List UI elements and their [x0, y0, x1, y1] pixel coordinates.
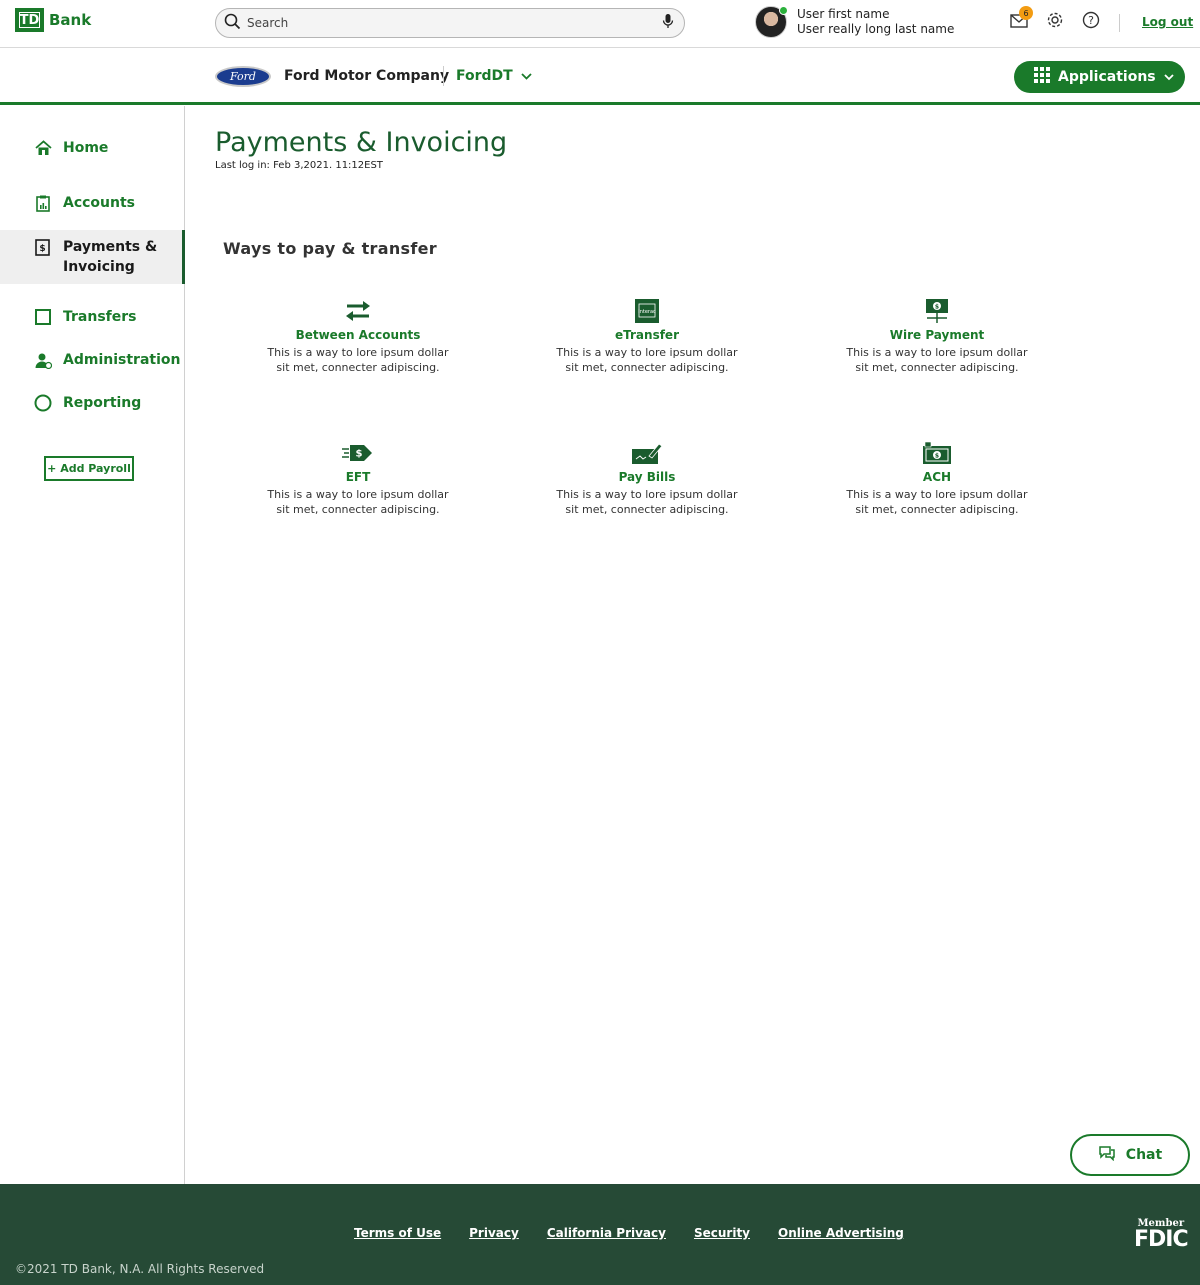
option-title: eTransfer: [615, 328, 679, 342]
option-eft[interactable]: $ EFT This is a way to lore ipsum dollar…: [253, 440, 463, 517]
svg-text:$: $: [39, 244, 45, 254]
td-bank-logo[interactable]: TD Bank: [15, 8, 91, 32]
chat-label: Chat: [1125, 1147, 1163, 1163]
page-title: Payments & Invoicing: [215, 127, 508, 158]
company-bar: Ford Ford Motor Company FordDT Applicati…: [0, 48, 1200, 105]
company-name: Ford Motor Company: [284, 68, 450, 84]
accounts-icon: [34, 194, 52, 212]
sidebar-item-label: Accounts: [63, 195, 136, 211]
transfers-icon: [34, 308, 52, 326]
chevron-down-icon: [1164, 69, 1174, 85]
search-input[interactable]: [247, 16, 662, 30]
user-last-name: User really long last name: [797, 22, 955, 36]
sidebar-item-label-line2: Invoicing: [63, 259, 135, 275]
pay-bills-icon: [542, 440, 752, 466]
chat-icon: [1098, 1145, 1116, 1165]
interac-icon: Interac: [542, 298, 752, 324]
payments-icon: $: [34, 238, 52, 256]
option-description: This is a way to lore ipsum dollar sit m…: [846, 346, 1028, 374]
account-selector-label: FordDT: [456, 68, 513, 84]
sidebar-item-label: Reporting: [63, 395, 142, 411]
footer: Terms of Use Privacy California Privacy …: [0, 1184, 1200, 1285]
applications-label: Applications: [1058, 69, 1156, 85]
option-etransfer[interactable]: Interac eTransfer This is a way to lore …: [542, 298, 752, 375]
fdic-logo: Member FDIC: [1134, 1218, 1189, 1252]
chat-button[interactable]: Chat: [1070, 1134, 1190, 1176]
avatar[interactable]: [755, 6, 788, 38]
footer-link-california-privacy[interactable]: California Privacy: [547, 1226, 666, 1240]
user-first-name: User first name: [797, 7, 890, 21]
copyright-text: ©2021 TD Bank, N.A. All Rights Reserved: [15, 1262, 265, 1276]
option-ach[interactable]: $ ACH This is a way to lore ipsum dollar…: [832, 440, 1042, 517]
footer-link-online-advertising[interactable]: Online Advertising: [778, 1226, 904, 1240]
help-icon: ?: [1082, 11, 1100, 33]
footer-link-security[interactable]: Security: [694, 1226, 750, 1240]
chevron-down-icon: [521, 68, 532, 84]
sidebar: Home Accounts $ Payments & Invoicing Tra…: [0, 106, 185, 1184]
ford-logo: Ford: [215, 66, 271, 87]
transfer-arrows-icon: [253, 298, 463, 324]
ach-icon: $: [832, 440, 1042, 466]
option-title: Between Accounts: [295, 328, 421, 342]
footer-links: Terms of Use Privacy California Privacy …: [354, 1226, 904, 1240]
settings-button[interactable]: [1044, 11, 1066, 33]
eft-icon: $: [253, 440, 463, 466]
administration-icon: [34, 351, 52, 369]
reporting-icon: [34, 394, 52, 412]
last-login-text: Last log in: Feb 3,2021. 11:12EST: [215, 160, 383, 171]
option-pay-bills[interactable]: Pay Bills This is a way to lore ipsum do…: [542, 440, 752, 517]
svg-text:?: ?: [1088, 14, 1094, 27]
footer-link-privacy[interactable]: Privacy: [469, 1226, 519, 1240]
svg-text:$: $: [935, 453, 939, 460]
wire-icon: $: [832, 298, 1042, 324]
option-description: This is a way to lore ipsum dollar sit m…: [846, 488, 1028, 516]
sidebar-item-transfers[interactable]: Transfers: [0, 306, 185, 328]
sidebar-item-label: Payments &: [63, 239, 158, 255]
option-title: EFT: [345, 470, 371, 484]
option-title: Wire Payment: [889, 328, 985, 342]
microphone-icon[interactable]: [662, 13, 674, 33]
messages-button[interactable]: 6: [1008, 6, 1033, 33]
svg-text:$: $: [935, 304, 939, 311]
divider: [443, 66, 444, 86]
divider: [1119, 14, 1120, 32]
applications-button[interactable]: Applications: [1014, 61, 1185, 93]
sidebar-item-administration[interactable]: Administration: [0, 349, 185, 371]
option-wire-payment[interactable]: $ Wire Payment This is a way to lore ips…: [832, 298, 1042, 375]
option-description: This is a way to lore ipsum dollar sit m…: [556, 488, 738, 516]
gear-icon: [1046, 11, 1064, 33]
logout-link[interactable]: Log out: [1142, 15, 1193, 29]
sidebar-item-label: Administration: [63, 352, 181, 368]
svg-text:Interac: Interac: [638, 309, 656, 315]
svg-text:$: $: [356, 449, 363, 460]
sidebar-item-reporting[interactable]: Reporting: [0, 392, 185, 414]
home-icon: [34, 139, 52, 157]
help-button[interactable]: ?: [1080, 11, 1102, 33]
sidebar-item-payments-invoicing[interactable]: $ Payments & Invoicing: [0, 230, 185, 284]
option-description: This is a way to lore ipsum dollar sit m…: [267, 488, 449, 516]
sidebar-item-accounts[interactable]: Accounts: [0, 192, 185, 214]
sidebar-item-label: Transfers: [63, 309, 137, 325]
top-bar: TD Bank User first name User really long…: [0, 0, 1200, 48]
option-title: ACH: [922, 470, 952, 484]
option-description: This is a way to lore ipsum dollar sit m…: [556, 346, 738, 374]
td-logo-mark: TD: [15, 8, 44, 32]
option-description: This is a way to lore ipsum dollar sit m…: [267, 346, 449, 374]
section-title: Ways to pay & transfer: [223, 239, 437, 258]
user-profile[interactable]: User first name User really long last na…: [755, 6, 954, 38]
search-bar: [215, 8, 685, 38]
add-payroll-button[interactable]: + Add Payroll: [44, 456, 134, 481]
search-icon: [224, 13, 241, 34]
notification-badge: 6: [1019, 6, 1033, 20]
fdic-text: FDIC: [1134, 1227, 1189, 1252]
option-title: Pay Bills: [618, 470, 676, 484]
logo-text: Bank: [49, 11, 92, 29]
sidebar-item-home[interactable]: Home: [0, 137, 185, 159]
grid-icon: [1034, 67, 1050, 87]
account-selector[interactable]: FordDT: [456, 68, 532, 84]
online-status-dot: [779, 6, 788, 15]
sidebar-item-label: Home: [63, 140, 109, 156]
footer-link-terms[interactable]: Terms of Use: [354, 1226, 441, 1240]
option-between-accounts[interactable]: Between Accounts This is a way to lore i…: [253, 298, 463, 375]
